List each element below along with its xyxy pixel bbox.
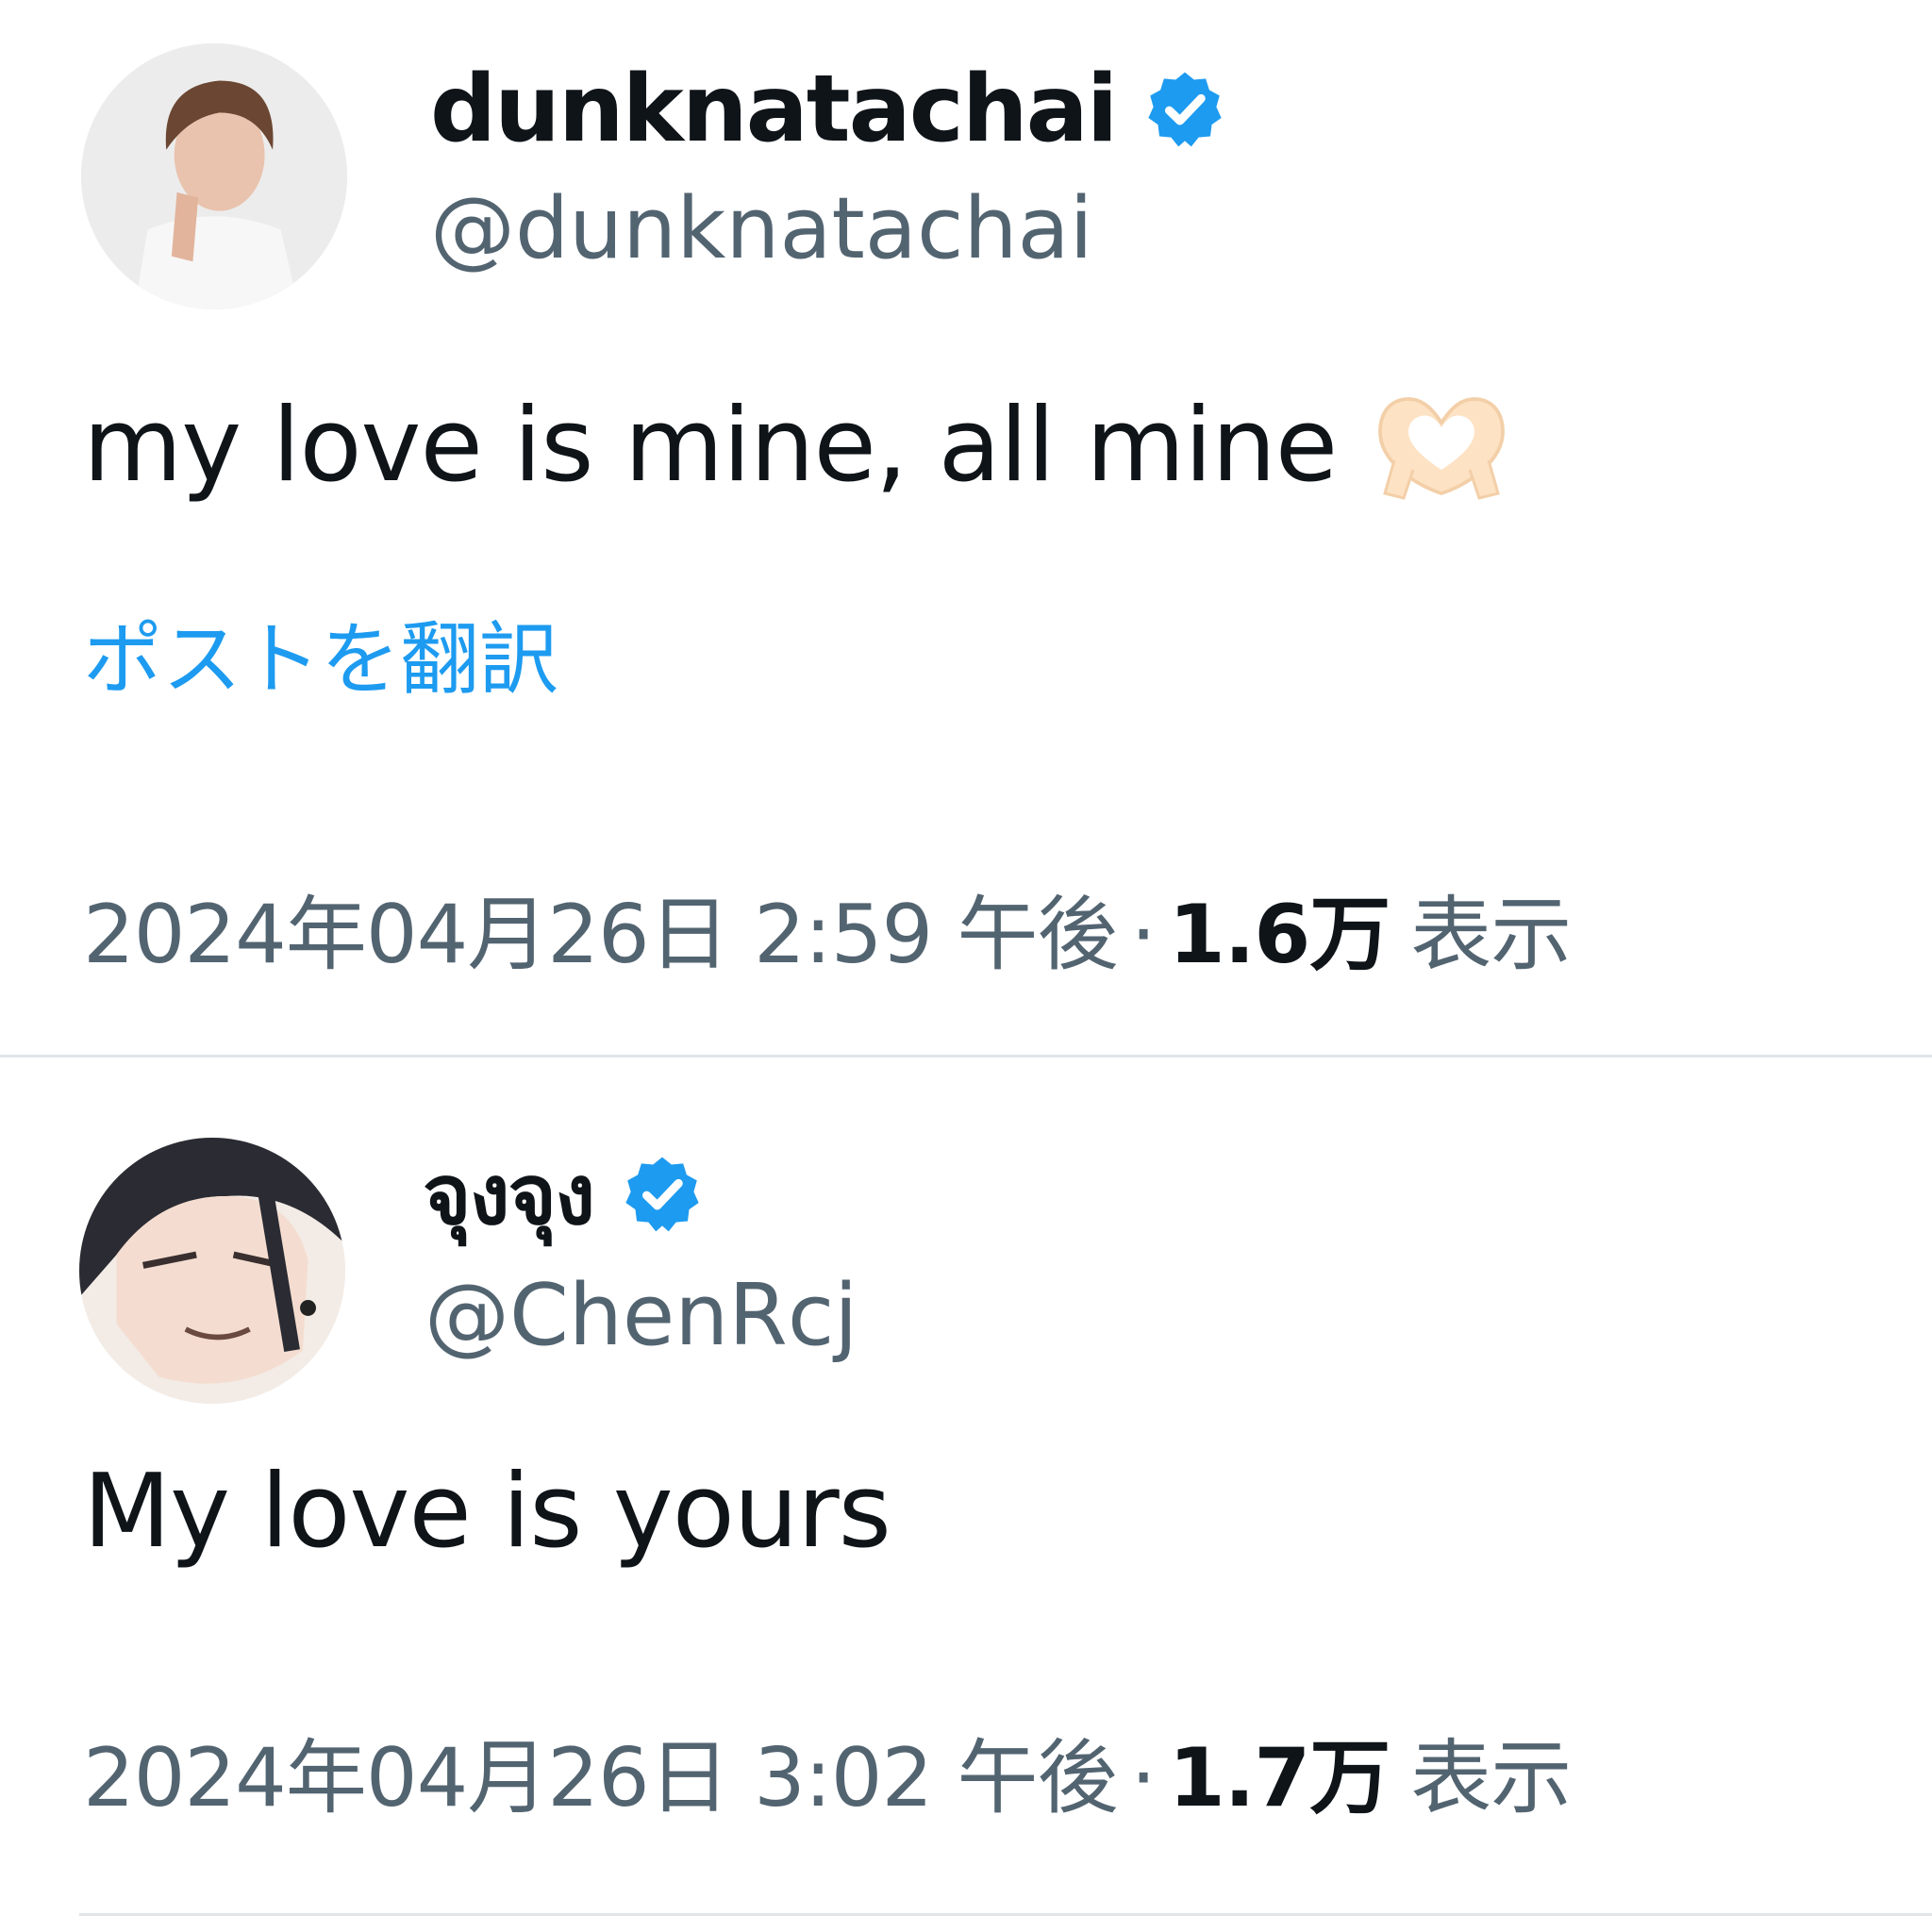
display-name[interactable]: จุงจุง [423,1128,595,1260]
tweet-text: my love is mine, all mine [83,387,1512,505]
author-name-row[interactable]: dunknatachai [430,53,1227,166]
handle[interactable]: @ChenRcj [425,1266,858,1365]
post-meta: 2024年04月26日 3:02 午後 · 1.7万 表示 [83,1711,1572,1829]
tweet-text-content: my love is mine, all mine [83,387,1338,505]
post-chenrcj[interactable]: จุงจุง @ChenRcj My love is yours 2024年04… [0,1058,1932,1932]
tweet-text: My love is yours [83,1453,891,1571]
avatar[interactable] [79,1138,345,1404]
translate-post-link[interactable]: ポストを翻訳 [83,596,558,710]
avatar[interactable] [81,43,347,309]
views-label[interactable]: 表示 [1410,868,1572,986]
post-divider [79,1913,1932,1916]
meta-separator: · [1130,888,1157,982]
views-label[interactable]: 表示 [1410,1711,1572,1829]
display-name[interactable]: dunknatachai [430,56,1118,163]
avatar-photo [81,43,347,309]
verified-badge-icon [620,1152,705,1237]
author-name-row[interactable]: จุงจุง [423,1138,705,1251]
views-count[interactable]: 1.7万 [1169,1711,1391,1829]
heart-hands-icon [1371,390,1512,503]
post-meta: 2024年04月26日 2:59 午後 · 1.6万 表示 [83,868,1572,986]
timestamp[interactable]: 2024年04月26日 2:59 午後 [83,868,1119,986]
tweet-text-content: My love is yours [83,1453,891,1571]
views-count[interactable]: 1.6万 [1169,868,1391,986]
verified-badge-icon [1142,67,1227,152]
post-divider [0,1055,1932,1058]
handle[interactable]: @dunknatachai [430,179,1093,278]
avatar-photo [79,1138,345,1404]
meta-separator: · [1130,1731,1157,1825]
timestamp[interactable]: 2024年04月26日 3:02 午後 [83,1711,1119,1829]
post-dunknatachai[interactable]: dunknatachai @dunknatachai my love is mi… [0,0,1932,1057]
